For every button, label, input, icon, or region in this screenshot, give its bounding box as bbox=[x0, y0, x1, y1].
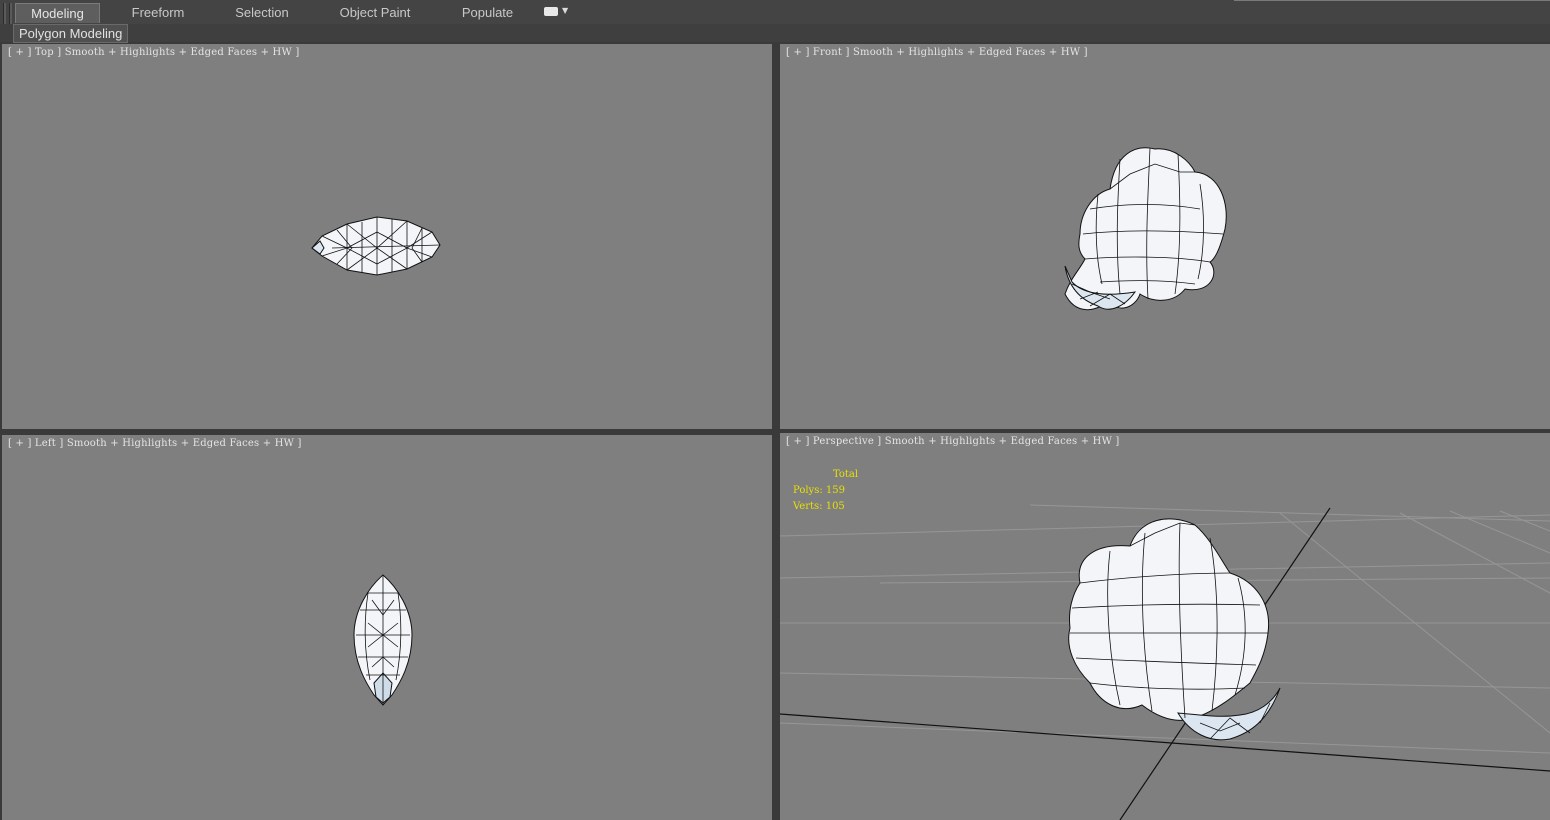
front-view-mesh bbox=[1064, 147, 1227, 311]
ribbon-panel-row: Polygon Modeling bbox=[0, 24, 1550, 43]
left-view-mesh bbox=[353, 574, 413, 706]
viewport-perspective[interactable]: [ + ] Perspective ] Smooth + Highlights … bbox=[780, 433, 1550, 820]
chevron-down-icon[interactable]: ▼ bbox=[562, 6, 568, 15]
ribbon-options-icon[interactable] bbox=[544, 7, 558, 16]
tab-freeform[interactable]: Freeform bbox=[118, 3, 198, 22]
tab-object-paint[interactable]: Object Paint bbox=[330, 3, 420, 22]
polygon-modeling-panel-label[interactable]: Polygon Modeling bbox=[13, 24, 129, 43]
viewport-left[interactable]: [ + ] Left ] Smooth + Highlights + Edged… bbox=[2, 435, 772, 820]
tab-populate[interactable]: Populate bbox=[450, 3, 525, 22]
divider bbox=[1234, 0, 1550, 1]
perspective-grid-and-mesh bbox=[780, 504, 1550, 820]
viewport-front[interactable]: [ + ] Front ] Smooth + Highlights + Edge… bbox=[780, 44, 1550, 429]
tab-modeling[interactable]: Modeling bbox=[15, 3, 100, 23]
tab-selection[interactable]: Selection bbox=[222, 3, 302, 22]
ribbon-tab-bar: Modeling Freeform Selection Object Paint… bbox=[0, 0, 1550, 41]
viewport-top[interactable]: [ + ] Top ] Smooth + Highlights + Edged … bbox=[2, 44, 772, 429]
top-view-mesh bbox=[311, 216, 441, 276]
